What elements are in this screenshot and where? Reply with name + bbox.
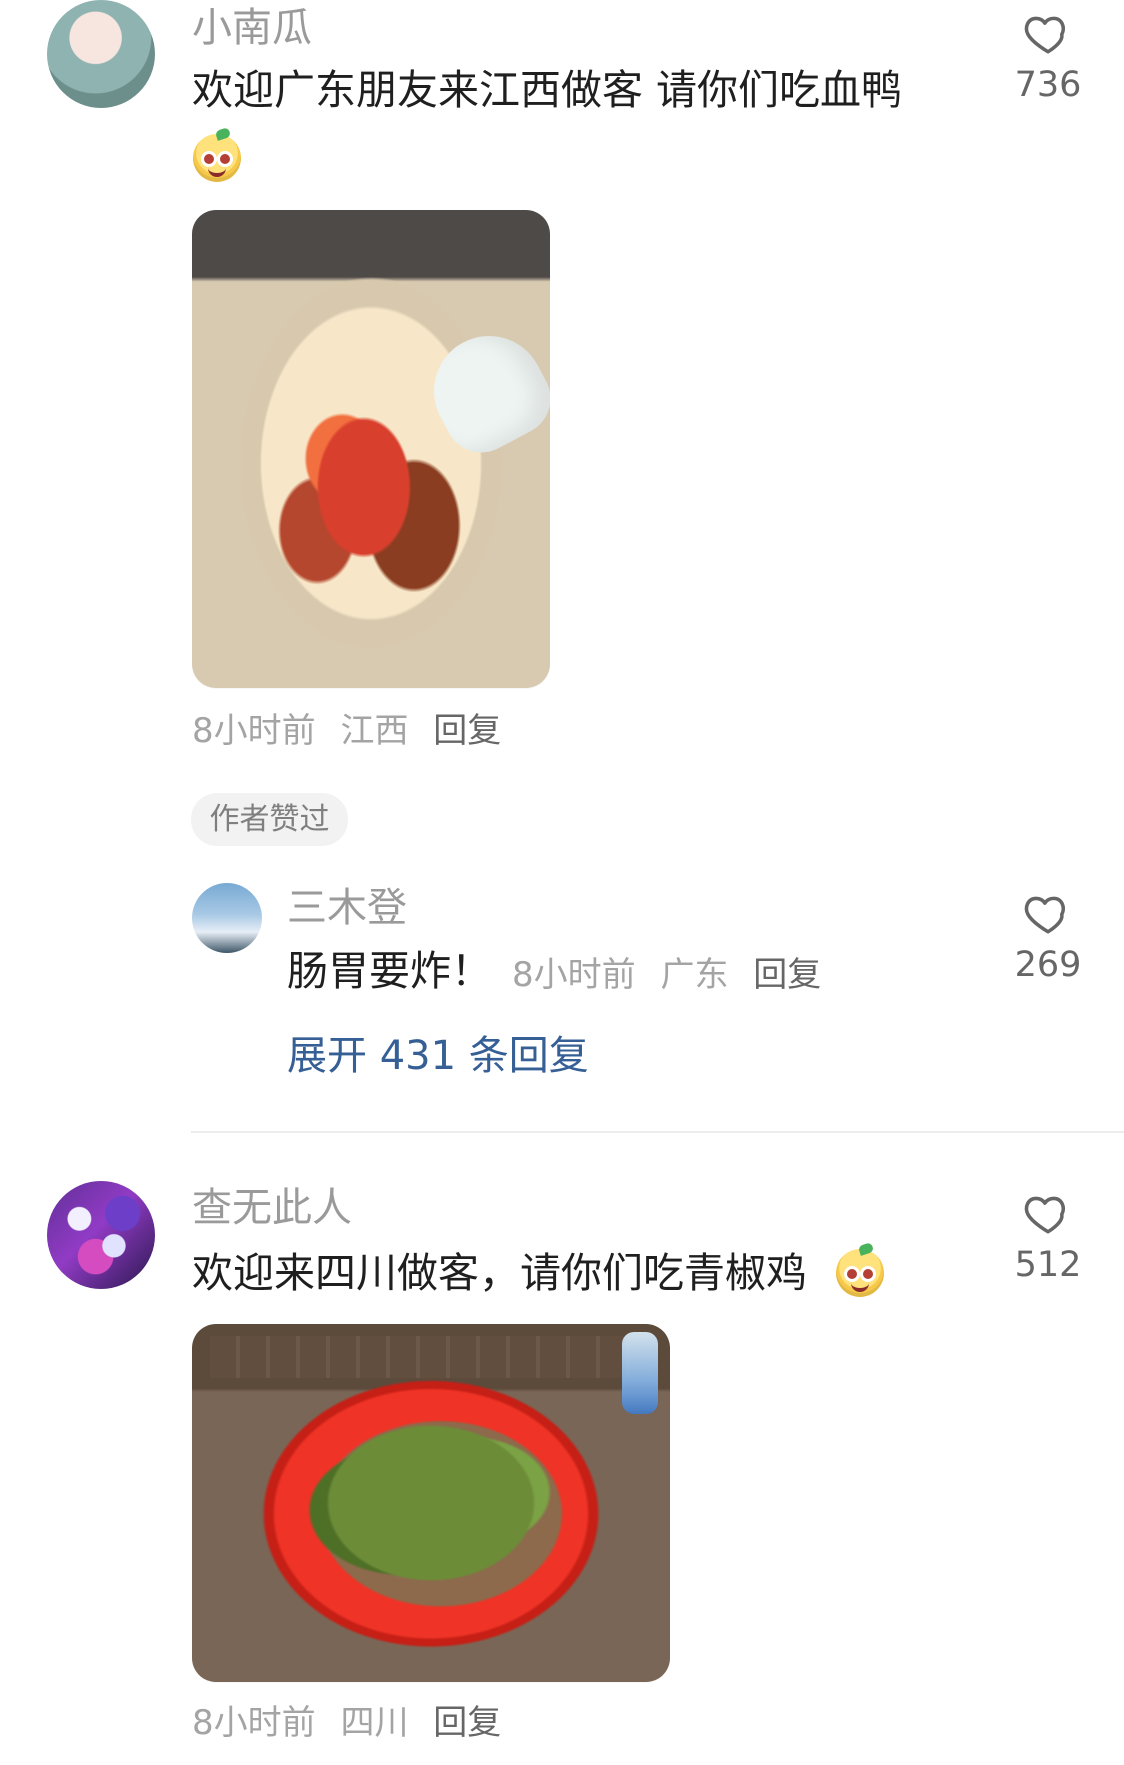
expand-replies-link[interactable]: 展开 431 条回复 — [287, 1036, 589, 1076]
heart-outline-icon[interactable] — [1023, 1188, 1073, 1238]
comment-time-2: 8小时前 — [192, 1703, 316, 1743]
cute-face-emoji-icon — [193, 127, 241, 182]
reply-button-1[interactable]: 回复 — [433, 711, 501, 751]
like-group-1[interactable]: 736 — [993, 8, 1103, 103]
like-group-3[interactable]: 512 — [993, 1188, 1103, 1283]
like-count-2: 269 — [1014, 945, 1082, 985]
user-avatar-chawucirenn[interactable] — [47, 1181, 155, 1289]
comment-meta-1: 8小时前 江西 回复 — [192, 714, 501, 748]
user-avatar-xiaonangua[interactable] — [47, 0, 155, 108]
username-xiaonangua[interactable]: 小南瓜 — [192, 8, 312, 48]
like-count-3: 512 — [1014, 1245, 1082, 1285]
username-sanmudeng[interactable]: 三木登 — [287, 888, 407, 928]
reply-text: 肠胃要炸！ — [287, 947, 492, 995]
reply-button-2[interactable]: 回复 — [753, 955, 821, 995]
emoji-mouth-icon — [208, 165, 226, 177]
user-avatar-sanmudeng[interactable] — [192, 883, 262, 953]
comment-location-1: 江西 — [340, 711, 409, 751]
comment-photo-2[interactable] — [192, 1324, 670, 1682]
comment-time-1: 8小时前 — [192, 711, 316, 751]
emoji-mouth-icon — [851, 1280, 869, 1292]
like-count-1: 736 — [1014, 65, 1082, 105]
emoji-leaf-icon — [214, 127, 232, 141]
comment-location-2: 四川 — [340, 1703, 409, 1743]
comment-meta-2: 8小时前 四川 回复 — [192, 1706, 501, 1740]
cute-face-emoji-icon — [836, 1242, 884, 1297]
like-group-2[interactable]: 269 — [993, 888, 1103, 983]
reply-time: 8小时前 — [512, 955, 636, 995]
comment-photo-1[interactable] — [192, 210, 550, 688]
comment-text-2: 欢迎来四川做客，请你们吃青椒鸡 — [192, 1249, 807, 1297]
comment-text-1: 欢迎广东朋友来江西做客 请你们吃血鸭 — [192, 66, 903, 114]
reply-location: 广东 — [660, 955, 729, 995]
emoji-leaf-icon — [857, 1242, 875, 1256]
heart-outline-icon[interactable] — [1023, 8, 1073, 58]
comment-divider — [191, 1131, 1124, 1133]
reply-button-3[interactable]: 回复 — [433, 1703, 501, 1743]
reply-meta: 8小时前 广东 回复 — [512, 958, 821, 992]
heart-outline-icon[interactable] — [1023, 888, 1073, 938]
author-liked-badge: 作者赞过 — [191, 793, 348, 846]
username-chawucirenn[interactable]: 查无此人 — [192, 1188, 352, 1228]
